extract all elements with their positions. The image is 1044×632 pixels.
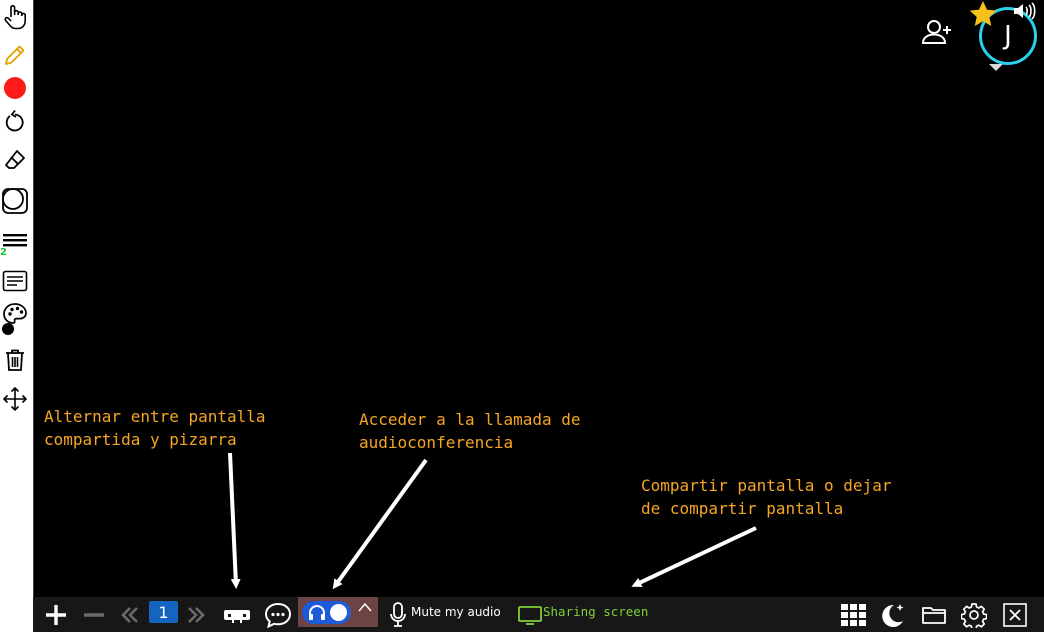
- star-icon: [968, 0, 998, 32]
- move-icon[interactable]: [0, 384, 30, 414]
- speaker-icon: [1012, 2, 1038, 24]
- add-page-icon[interactable]: [41, 597, 71, 632]
- audio-conference-toggle[interactable]: [302, 601, 351, 624]
- shared-screen-stage: Alternar entre pantalla compartida y piz…: [33, 0, 1044, 597]
- eraser-icon[interactable]: [0, 145, 30, 175]
- grid-layout-icon[interactable]: [839, 597, 869, 632]
- arrow-to-view-toggle: [228, 452, 241, 589]
- trash-icon[interactable]: [0, 345, 30, 375]
- whiteboard-toolbar: 2: [0, 0, 33, 597]
- previous-page-icon[interactable]: [117, 597, 143, 632]
- palette-icon[interactable]: [0, 303, 30, 335]
- close-icon[interactable]: [1000, 597, 1030, 632]
- pencil-icon[interactable]: [0, 40, 30, 70]
- arrow-to-audio-toggle: [332, 458, 428, 590]
- share-screen-button[interactable]: Sharing screen: [543, 604, 648, 619]
- text-icon[interactable]: [0, 266, 30, 296]
- line-thickness-value: 2: [0, 247, 7, 258]
- audio-options-caret-icon[interactable]: [357, 598, 373, 617]
- annotation-arrows: [228, 452, 757, 590]
- chat-icon[interactable]: [261, 597, 295, 632]
- screen-whiteboard-toggle-icon[interactable]: [220, 597, 254, 632]
- gear-icon[interactable]: [959, 597, 989, 632]
- folder-icon[interactable]: [919, 597, 949, 632]
- undo-icon[interactable]: [0, 106, 30, 136]
- audio-conference-toggle-wrap: [298, 597, 378, 627]
- mute-audio-button[interactable]: Mute my audio: [411, 605, 501, 619]
- arrow-to-share-screen: [631, 526, 757, 587]
- headphones-icon: [309, 605, 325, 620]
- avatar-dropdown-icon[interactable]: [988, 57, 1004, 76]
- remove-page-icon[interactable]: [79, 597, 109, 632]
- add-user-icon[interactable]: [920, 18, 954, 50]
- night-mode-icon[interactable]: [878, 597, 908, 632]
- audio-toggle-knob: [330, 604, 347, 621]
- hand-pointer-icon[interactable]: [0, 2, 30, 32]
- record-color-icon[interactable]: [0, 73, 30, 103]
- page-number[interactable]: 1: [149, 601, 178, 623]
- microphone-icon[interactable]: [388, 597, 408, 632]
- bottom-toolbar: 1 Mute my audio Sharing screen: [33, 597, 1044, 632]
- next-page-icon[interactable]: [183, 597, 209, 632]
- shape-icon[interactable]: [0, 186, 30, 216]
- share-screen-icon[interactable]: [517, 597, 543, 632]
